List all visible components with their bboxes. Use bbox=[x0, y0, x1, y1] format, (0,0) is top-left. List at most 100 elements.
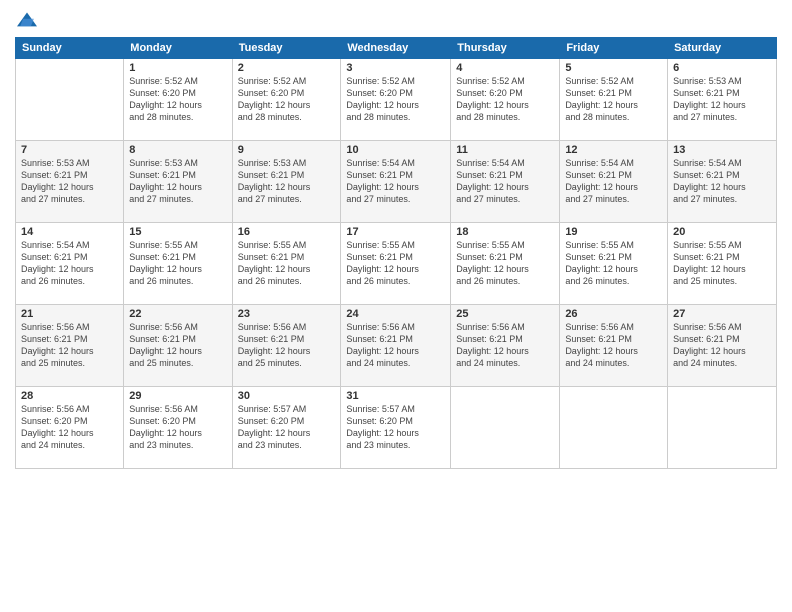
day-number: 29 bbox=[129, 390, 226, 402]
day-number: 6 bbox=[673, 62, 771, 74]
day-number: 23 bbox=[238, 308, 336, 320]
day-cell: 8Sunrise: 5:53 AM Sunset: 6:21 PM Daylig… bbox=[124, 141, 232, 223]
day-info: Sunrise: 5:55 AM Sunset: 6:21 PM Dayligh… bbox=[456, 239, 554, 288]
day-cell: 18Sunrise: 5:55 AM Sunset: 6:21 PM Dayli… bbox=[451, 223, 560, 305]
day-info: Sunrise: 5:57 AM Sunset: 6:20 PM Dayligh… bbox=[346, 403, 445, 452]
logo bbox=[15, 10, 43, 31]
day-cell: 16Sunrise: 5:55 AM Sunset: 6:21 PM Dayli… bbox=[232, 223, 341, 305]
day-cell: 19Sunrise: 5:55 AM Sunset: 6:21 PM Dayli… bbox=[560, 223, 668, 305]
day-info: Sunrise: 5:52 AM Sunset: 6:20 PM Dayligh… bbox=[346, 75, 445, 124]
header-tuesday: Tuesday bbox=[232, 38, 341, 59]
day-info: Sunrise: 5:53 AM Sunset: 6:21 PM Dayligh… bbox=[238, 157, 336, 206]
day-cell: 28Sunrise: 5:56 AM Sunset: 6:20 PM Dayli… bbox=[16, 387, 124, 469]
day-number: 11 bbox=[456, 144, 554, 156]
day-number: 1 bbox=[129, 62, 226, 74]
header-wednesday: Wednesday bbox=[341, 38, 451, 59]
day-cell bbox=[451, 387, 560, 469]
header-saturday: Saturday bbox=[668, 38, 777, 59]
day-number: 18 bbox=[456, 226, 554, 238]
day-info: Sunrise: 5:53 AM Sunset: 6:21 PM Dayligh… bbox=[21, 157, 118, 206]
day-cell: 12Sunrise: 5:54 AM Sunset: 6:21 PM Dayli… bbox=[560, 141, 668, 223]
day-number: 12 bbox=[565, 144, 662, 156]
day-info: Sunrise: 5:55 AM Sunset: 6:21 PM Dayligh… bbox=[129, 239, 226, 288]
day-info: Sunrise: 5:56 AM Sunset: 6:21 PM Dayligh… bbox=[346, 321, 445, 370]
day-info: Sunrise: 5:53 AM Sunset: 6:21 PM Dayligh… bbox=[673, 75, 771, 124]
day-cell: 6Sunrise: 5:53 AM Sunset: 6:21 PM Daylig… bbox=[668, 59, 777, 141]
day-number: 15 bbox=[129, 226, 226, 238]
day-number: 24 bbox=[346, 308, 445, 320]
day-info: Sunrise: 5:54 AM Sunset: 6:21 PM Dayligh… bbox=[565, 157, 662, 206]
day-cell: 13Sunrise: 5:54 AM Sunset: 6:21 PM Dayli… bbox=[668, 141, 777, 223]
day-info: Sunrise: 5:53 AM Sunset: 6:21 PM Dayligh… bbox=[129, 157, 226, 206]
day-cell: 3Sunrise: 5:52 AM Sunset: 6:20 PM Daylig… bbox=[341, 59, 451, 141]
day-info: Sunrise: 5:52 AM Sunset: 6:20 PM Dayligh… bbox=[238, 75, 336, 124]
week-row-3: 14Sunrise: 5:54 AM Sunset: 6:21 PM Dayli… bbox=[16, 223, 777, 305]
day-info: Sunrise: 5:55 AM Sunset: 6:21 PM Dayligh… bbox=[673, 239, 771, 288]
day-number: 8 bbox=[129, 144, 226, 156]
day-cell: 20Sunrise: 5:55 AM Sunset: 6:21 PM Dayli… bbox=[668, 223, 777, 305]
day-cell: 5Sunrise: 5:52 AM Sunset: 6:21 PM Daylig… bbox=[560, 59, 668, 141]
day-cell: 23Sunrise: 5:56 AM Sunset: 6:21 PM Dayli… bbox=[232, 305, 341, 387]
day-number: 5 bbox=[565, 62, 662, 74]
day-number: 2 bbox=[238, 62, 336, 74]
day-number: 25 bbox=[456, 308, 554, 320]
day-info: Sunrise: 5:56 AM Sunset: 6:20 PM Dayligh… bbox=[21, 403, 118, 452]
day-number: 3 bbox=[346, 62, 445, 74]
day-info: Sunrise: 5:56 AM Sunset: 6:21 PM Dayligh… bbox=[565, 321, 662, 370]
day-info: Sunrise: 5:52 AM Sunset: 6:20 PM Dayligh… bbox=[456, 75, 554, 124]
day-info: Sunrise: 5:54 AM Sunset: 6:21 PM Dayligh… bbox=[346, 157, 445, 206]
calendar-table: SundayMondayTuesdayWednesdayThursdayFrid… bbox=[15, 37, 777, 469]
day-info: Sunrise: 5:57 AM Sunset: 6:20 PM Dayligh… bbox=[238, 403, 336, 452]
day-cell: 9Sunrise: 5:53 AM Sunset: 6:21 PM Daylig… bbox=[232, 141, 341, 223]
day-number: 7 bbox=[21, 144, 118, 156]
day-number: 14 bbox=[21, 226, 118, 238]
calendar-header-row: SundayMondayTuesdayWednesdayThursdayFrid… bbox=[16, 38, 777, 59]
header-friday: Friday bbox=[560, 38, 668, 59]
day-number: 26 bbox=[565, 308, 662, 320]
day-cell: 31Sunrise: 5:57 AM Sunset: 6:20 PM Dayli… bbox=[341, 387, 451, 469]
header-monday: Monday bbox=[124, 38, 232, 59]
day-cell: 15Sunrise: 5:55 AM Sunset: 6:21 PM Dayli… bbox=[124, 223, 232, 305]
day-number: 30 bbox=[238, 390, 336, 402]
day-number: 19 bbox=[565, 226, 662, 238]
day-number: 4 bbox=[456, 62, 554, 74]
day-cell: 4Sunrise: 5:52 AM Sunset: 6:20 PM Daylig… bbox=[451, 59, 560, 141]
day-cell: 29Sunrise: 5:56 AM Sunset: 6:20 PM Dayli… bbox=[124, 387, 232, 469]
day-cell: 2Sunrise: 5:52 AM Sunset: 6:20 PM Daylig… bbox=[232, 59, 341, 141]
page-container: SundayMondayTuesdayWednesdayThursdayFrid… bbox=[0, 0, 792, 479]
day-cell bbox=[16, 59, 124, 141]
header-thursday: Thursday bbox=[451, 38, 560, 59]
day-cell: 17Sunrise: 5:55 AM Sunset: 6:21 PM Dayli… bbox=[341, 223, 451, 305]
day-cell: 27Sunrise: 5:56 AM Sunset: 6:21 PM Dayli… bbox=[668, 305, 777, 387]
day-cell bbox=[668, 387, 777, 469]
day-cell: 10Sunrise: 5:54 AM Sunset: 6:21 PM Dayli… bbox=[341, 141, 451, 223]
day-number: 16 bbox=[238, 226, 336, 238]
day-cell: 22Sunrise: 5:56 AM Sunset: 6:21 PM Dayli… bbox=[124, 305, 232, 387]
day-info: Sunrise: 5:54 AM Sunset: 6:21 PM Dayligh… bbox=[673, 157, 771, 206]
week-row-5: 28Sunrise: 5:56 AM Sunset: 6:20 PM Dayli… bbox=[16, 387, 777, 469]
day-cell: 11Sunrise: 5:54 AM Sunset: 6:21 PM Dayli… bbox=[451, 141, 560, 223]
day-info: Sunrise: 5:56 AM Sunset: 6:20 PM Dayligh… bbox=[129, 403, 226, 452]
day-info: Sunrise: 5:55 AM Sunset: 6:21 PM Dayligh… bbox=[238, 239, 336, 288]
day-info: Sunrise: 5:55 AM Sunset: 6:21 PM Dayligh… bbox=[565, 239, 662, 288]
logo-icon bbox=[15, 11, 39, 31]
day-cell: 21Sunrise: 5:56 AM Sunset: 6:21 PM Dayli… bbox=[16, 305, 124, 387]
day-info: Sunrise: 5:56 AM Sunset: 6:21 PM Dayligh… bbox=[129, 321, 226, 370]
day-cell: 25Sunrise: 5:56 AM Sunset: 6:21 PM Dayli… bbox=[451, 305, 560, 387]
day-number: 21 bbox=[21, 308, 118, 320]
day-number: 13 bbox=[673, 144, 771, 156]
day-info: Sunrise: 5:54 AM Sunset: 6:21 PM Dayligh… bbox=[456, 157, 554, 206]
day-number: 31 bbox=[346, 390, 445, 402]
day-cell: 24Sunrise: 5:56 AM Sunset: 6:21 PM Dayli… bbox=[341, 305, 451, 387]
day-cell: 30Sunrise: 5:57 AM Sunset: 6:20 PM Dayli… bbox=[232, 387, 341, 469]
header bbox=[15, 10, 777, 31]
day-info: Sunrise: 5:52 AM Sunset: 6:21 PM Dayligh… bbox=[565, 75, 662, 124]
day-info: Sunrise: 5:56 AM Sunset: 6:21 PM Dayligh… bbox=[21, 321, 118, 370]
day-cell: 26Sunrise: 5:56 AM Sunset: 6:21 PM Dayli… bbox=[560, 305, 668, 387]
day-info: Sunrise: 5:56 AM Sunset: 6:21 PM Dayligh… bbox=[456, 321, 554, 370]
week-row-4: 21Sunrise: 5:56 AM Sunset: 6:21 PM Dayli… bbox=[16, 305, 777, 387]
day-info: Sunrise: 5:54 AM Sunset: 6:21 PM Dayligh… bbox=[21, 239, 118, 288]
day-number: 20 bbox=[673, 226, 771, 238]
week-row-2: 7Sunrise: 5:53 AM Sunset: 6:21 PM Daylig… bbox=[16, 141, 777, 223]
day-cell bbox=[560, 387, 668, 469]
